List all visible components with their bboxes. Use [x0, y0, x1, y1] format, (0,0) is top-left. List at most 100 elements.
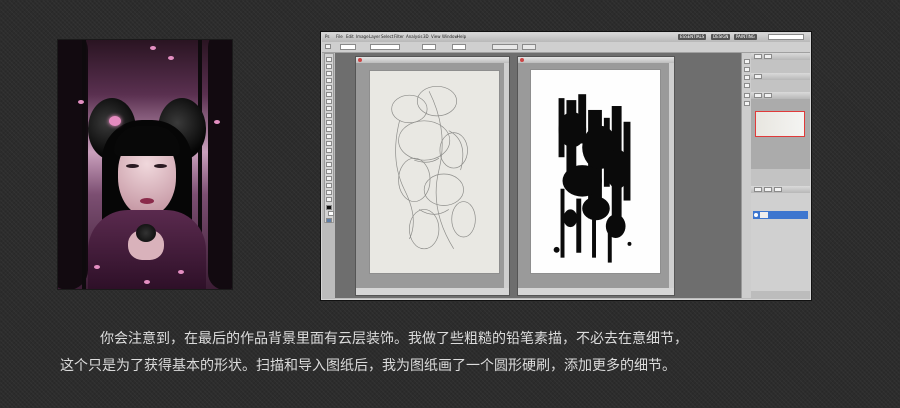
petal [168, 56, 174, 60]
petal [94, 265, 100, 269]
menu-filter[interactable]: Filter [394, 34, 404, 40]
menu-file[interactable]: File [336, 34, 343, 40]
navigator-tab[interactable] [754, 93, 762, 98]
caption: 你会注意到，在最后的作品背景里面有云层装饰。我做了些粗糙的铅笔素描，不必去在意细… [60, 326, 830, 380]
color-tab[interactable] [754, 54, 762, 59]
ink-document-window[interactable] [517, 56, 675, 296]
quick-select-tool-icon[interactable] [326, 78, 332, 83]
path-select-tool-icon[interactable] [326, 169, 332, 174]
crop-tool-icon[interactable] [326, 85, 332, 90]
marquee-tool-icon[interactable] [326, 64, 332, 69]
layers-footer-buttons [751, 291, 810, 298]
layer-row-selected[interactable] [753, 211, 808, 219]
background-color-swatch[interactable] [328, 211, 334, 216]
layers-panel-header[interactable] [751, 186, 810, 193]
menu-view[interactable]: View [431, 34, 441, 40]
navigator-panel [751, 99, 810, 169]
menu-edit[interactable]: Edit [346, 34, 354, 40]
channels-tab[interactable] [764, 187, 772, 192]
workspace-design-button[interactable]: DESIGN [711, 34, 731, 40]
document-area [335, 53, 745, 298]
menu-window[interactable]: Window [442, 34, 458, 40]
brush-tool-icon[interactable] [326, 106, 332, 111]
menu-select[interactable]: Select [381, 34, 393, 40]
paragraph-panel-icon[interactable] [744, 101, 750, 106]
menu-ps[interactable]: Ps [325, 34, 329, 40]
clone-source-panel-icon[interactable] [744, 83, 750, 88]
sketch-document-window[interactable] [355, 56, 510, 296]
type-tool-icon[interactable] [326, 162, 332, 167]
navigator-view-box[interactable] [755, 111, 805, 137]
artwork-image [58, 40, 232, 289]
tool-preset-icon[interactable] [325, 44, 331, 49]
feather-field[interactable] [340, 44, 356, 50]
sketch-status-bar [356, 288, 509, 295]
pencil-sketch [391, 85, 476, 250]
brushes-panel-icon[interactable] [744, 75, 750, 80]
menu-help[interactable]: Help [457, 34, 466, 40]
ink-document-tab[interactable] [518, 57, 674, 63]
paths-tab[interactable] [774, 187, 782, 192]
pen-tool-icon[interactable] [326, 155, 332, 160]
black-rose [136, 224, 156, 242]
clear-button[interactable] [522, 44, 536, 50]
petal [144, 280, 150, 284]
vertical-scrollbar[interactable] [504, 63, 509, 288]
histogram-tab[interactable] [764, 93, 772, 98]
dodge-tool-icon[interactable] [326, 148, 332, 153]
ink-drips-artwork [553, 94, 632, 263]
eye [126, 164, 139, 168]
hand-tool-icon[interactable] [326, 190, 332, 195]
adjustments-tab[interactable] [754, 74, 762, 79]
menu-analysis[interactable]: Analysis [406, 34, 422, 40]
menu-3d[interactable]: 3D [423, 34, 429, 40]
search-field[interactable] [768, 34, 804, 40]
panel-dock [741, 53, 751, 298]
navigator-panel-header[interactable] [751, 92, 810, 99]
style-select[interactable] [370, 44, 400, 50]
vertical-scrollbar[interactable] [669, 63, 674, 288]
eraser-tool-icon[interactable] [326, 127, 332, 132]
tools-panel [324, 53, 334, 223]
workspace-painting-button[interactable]: PAINTING [734, 34, 757, 40]
swing-rope [82, 40, 86, 289]
blur-tool-icon[interactable] [326, 141, 332, 146]
shape-tool-icon[interactable] [326, 176, 332, 181]
history-brush-tool-icon[interactable] [326, 120, 332, 125]
ink-brush-canvas[interactable] [530, 69, 661, 274]
close-icon[interactable] [520, 58, 524, 62]
gradient-tool-icon[interactable] [326, 134, 332, 139]
options-bar [322, 42, 810, 53]
right-panels [751, 53, 810, 298]
history-panel-icon[interactable] [744, 59, 750, 64]
lasso-tool-icon[interactable] [326, 71, 332, 76]
color-panel-header[interactable] [751, 53, 810, 60]
layer-thumbnail [760, 212, 768, 218]
eyedropper-tool-icon[interactable] [326, 92, 332, 97]
lips [140, 198, 154, 204]
sketch-document-tab[interactable] [356, 57, 509, 63]
swatches-tab[interactable] [764, 54, 772, 59]
eye-icon[interactable] [754, 213, 758, 217]
foreground-color-swatch[interactable] [326, 205, 332, 210]
refine-edge-button[interactable] [492, 44, 518, 50]
width-field[interactable] [422, 44, 436, 50]
move-tool-icon[interactable] [326, 57, 332, 62]
petal [214, 120, 220, 124]
menu-image[interactable]: Image [356, 34, 369, 40]
character-panel-icon[interactable] [744, 93, 750, 98]
quick-mask-icon[interactable] [326, 218, 332, 223]
close-icon[interactable] [358, 58, 362, 62]
actions-panel-icon[interactable] [744, 67, 750, 72]
height-field[interactable] [452, 44, 466, 50]
menu-layer[interactable]: Layer [369, 34, 380, 40]
pencil-sketch-canvas[interactable] [369, 70, 500, 274]
clone-stamp-tool-icon[interactable] [326, 113, 332, 118]
workspace-essentials-button[interactable]: ESSENTIALS [678, 34, 707, 40]
zoom-tool-icon[interactable] [326, 197, 332, 202]
healing-tool-icon[interactable] [326, 99, 332, 104]
hair-bangs [114, 126, 180, 156]
adjustments-panel-header[interactable] [751, 73, 810, 80]
3d-tool-icon[interactable] [326, 183, 332, 188]
layers-tab[interactable] [754, 187, 762, 192]
